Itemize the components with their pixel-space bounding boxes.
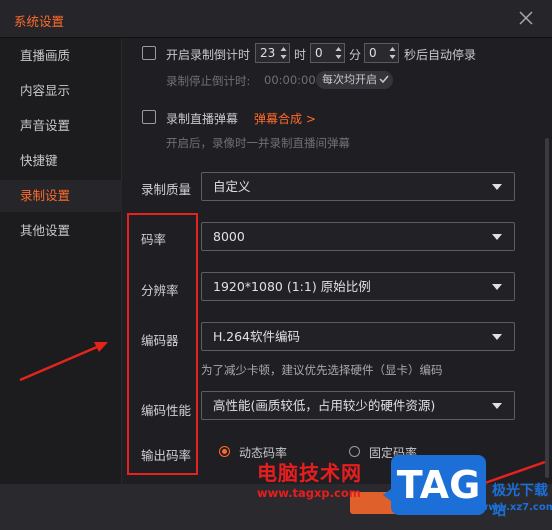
each-time-toggle[interactable]: 每次均开启 xyxy=(316,71,393,89)
close-icon[interactable] xyxy=(516,8,536,28)
dynamic-bitrate-radio[interactable] xyxy=(219,446,230,457)
sidebar-item-shortcuts[interactable]: 快捷键 xyxy=(0,145,122,177)
watermark-url: www.tagxp.com xyxy=(257,486,361,500)
encoder-hint: 为了减少卡顿，建议优先选择硬件（显卡）编码 xyxy=(201,363,443,377)
barrage-compose-link[interactable]: 弹幕合成 > xyxy=(254,110,316,127)
encoder-value: H.264软件编码 xyxy=(213,329,301,344)
sidebar-item-recording[interactable]: 录制设置 xyxy=(0,180,122,212)
performance-value: 高性能(画质较低，占用较少的硬件资源) xyxy=(213,398,436,413)
stepper-arrows-icon[interactable] xyxy=(389,46,396,60)
performance-select[interactable]: 高性能(画质较低，占用较少的硬件资源) xyxy=(201,391,515,420)
check-icon xyxy=(379,75,389,84)
chevron-down-icon xyxy=(492,184,502,190)
quality-select[interactable]: 自定义 xyxy=(201,172,515,201)
sidebar-item-live-quality[interactable]: 直播画质 xyxy=(0,40,122,72)
sidebar-item-sound[interactable]: 声音设置 xyxy=(0,110,122,142)
stepper-arrows-icon[interactable] xyxy=(280,46,287,60)
quality-label: 录制质量 xyxy=(141,182,192,197)
barrage-checkbox[interactable] xyxy=(142,110,156,124)
annotation-highlight-box xyxy=(127,213,198,475)
title-bar: 系统设置 xyxy=(0,0,552,38)
countdown-checkbox[interactable] xyxy=(142,46,156,60)
each-time-label: 每次均开启 xyxy=(322,73,377,86)
chevron-down-icon xyxy=(492,403,502,409)
window-title: 系统设置 xyxy=(14,14,65,29)
remaining-value: 00:00:00 xyxy=(264,73,316,87)
minute-stepper[interactable]: 0 xyxy=(310,43,345,63)
sidebar-item-content-display[interactable]: 内容显示 xyxy=(0,75,122,107)
watermark-text: 电脑技术网 xyxy=(257,461,362,485)
hour-value: 23 xyxy=(260,46,276,60)
scrollbar-thumb[interactable] xyxy=(545,138,549,478)
chevron-down-icon xyxy=(492,234,502,240)
barrage-hint: 开启后，录像时一并录制直播间弹幕 xyxy=(166,136,350,150)
watermark-download: 极光下载站 xyxy=(492,483,548,519)
stepper-arrows-icon[interactable] xyxy=(335,46,342,60)
sidebar-item-other[interactable]: 其他设置 xyxy=(0,215,122,247)
resolution-select[interactable]: 1920*1080 (1:1) 原始比例 xyxy=(201,272,515,301)
minute-value: 0 xyxy=(315,46,323,60)
resolution-value: 1920*1080 (1:1) 原始比例 xyxy=(213,279,371,294)
settings-sidebar: 直播画质 内容显示 声音设置 快捷键 录制设置 其他设置 xyxy=(0,38,122,484)
watermark-tag-logo: TAG xyxy=(383,455,486,515)
fixed-bitrate-radio[interactable] xyxy=(349,446,360,457)
remaining-label: 录制停止倒计时: xyxy=(166,74,251,88)
minute-unit: 分 xyxy=(349,48,362,62)
chevron-down-icon xyxy=(492,284,502,290)
hour-stepper[interactable]: 23 xyxy=(255,43,290,63)
quality-value: 自定义 xyxy=(213,179,251,194)
barrage-label: 录制直播弹幕 xyxy=(166,112,239,126)
bitrate-select[interactable]: 8000 xyxy=(201,222,515,251)
second-unit: 秒后自动停录 xyxy=(404,48,477,62)
chevron-down-icon xyxy=(492,334,502,340)
countdown-label: 开启录制倒计时 xyxy=(166,48,251,62)
encoder-select[interactable]: H.264软件编码 xyxy=(201,322,515,351)
watermark-download-url: www.xz7.com xyxy=(479,502,552,513)
second-stepper[interactable]: 0 xyxy=(364,43,399,63)
second-value: 0 xyxy=(369,46,377,60)
hour-unit: 时 xyxy=(294,48,307,62)
content-scrollbar[interactable] xyxy=(544,38,550,484)
bitrate-value: 8000 xyxy=(213,229,245,244)
